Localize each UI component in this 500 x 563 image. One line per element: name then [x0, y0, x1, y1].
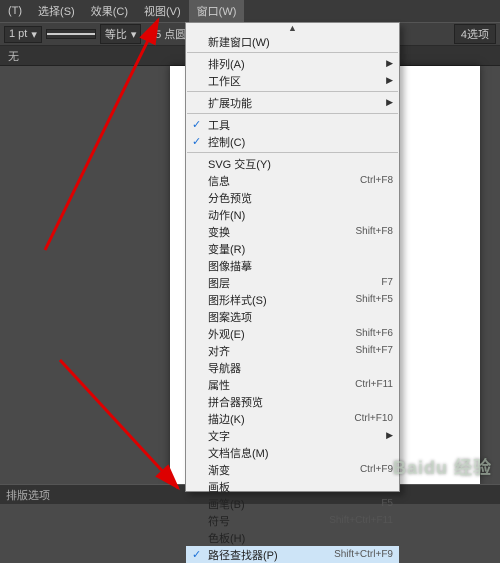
menu-item-label: 色板(H) [208, 530, 393, 546]
menu-item[interactable]: 工作区▶ [186, 72, 399, 89]
check-icon: ✓ [192, 118, 201, 131]
menu-item[interactable]: 文字▶ [186, 427, 399, 444]
menu-item-shortcut: Shift+Ctrl+F9 [334, 549, 393, 560]
menu-item[interactable]: 变量(R) [186, 240, 399, 257]
check-icon: ✓ [192, 135, 201, 148]
menu-item-shortcut: Ctrl+F11 [355, 379, 393, 390]
scale-select[interactable]: 等比▾ [100, 24, 142, 44]
menu-item[interactable]: ✓ 工具 [186, 116, 399, 133]
menu-item-label: 扩展功能 [208, 95, 386, 111]
menu-item-shortcut: Shift+Ctrl+F11 [329, 515, 393, 526]
menu-item[interactable]: 渐变Ctrl+F9 [186, 461, 399, 478]
menu-item-label: 图层 [208, 275, 381, 291]
menu-item-shortcut: Ctrl+F10 [354, 413, 393, 424]
menu-item[interactable]: 符号Shift+Ctrl+F11 [186, 512, 399, 529]
menu-item[interactable]: 信息Ctrl+F8 [186, 172, 399, 189]
submenu-arrow-icon: ▶ [386, 75, 393, 86]
submenu-arrow-icon: ▶ [386, 58, 393, 69]
menu-item-label: 渐变 [208, 462, 360, 478]
stroke-weight-select[interactable]: 1 pt▾ [4, 26, 42, 43]
menu-item[interactable]: 拼合器预览 [186, 393, 399, 410]
menu-item-label: 对齐 [208, 343, 355, 359]
menu-separator [187, 52, 398, 53]
check-icon: ✓ [192, 548, 201, 561]
menu-effect[interactable]: 效果(C) [83, 0, 136, 22]
menubar: (T) 选择(S) 效果(C) 视图(V) 窗口(W) [0, 0, 500, 22]
scale-value: 等比 [105, 26, 127, 42]
menu-item-label: 图像描摹 [208, 258, 393, 274]
menu-item[interactable]: 新建窗口(W) [186, 33, 399, 50]
window-menu-dropdown: ▲ 新建窗口(W)排列(A)▶工作区▶扩展功能▶✓工具✓控制(C)SVG 交互(… [185, 22, 400, 492]
menu-item-label: 信息 [208, 173, 360, 189]
menu-item-shortcut: Shift+F8 [355, 226, 393, 237]
menu-item-label: 动作(N) [208, 207, 393, 223]
menu-item-label: 文档信息(M) [208, 445, 393, 461]
menu-item-label: SVG 交互(Y) [208, 156, 393, 172]
menu-t[interactable]: (T) [0, 2, 30, 20]
menu-item-label: 导航器 [208, 360, 393, 376]
menu-item[interactable]: SVG 交互(Y) [186, 155, 399, 172]
menu-item[interactable]: 排列(A)▶ [186, 55, 399, 72]
menu-item[interactable]: 对齐Shift+F7 [186, 342, 399, 359]
menu-item-label: 画板 [208, 479, 393, 495]
menu-item[interactable]: 图案选项 [186, 308, 399, 325]
menu-item-label: 路径查找器(P) [208, 547, 334, 563]
menu-window[interactable]: 窗口(W) [189, 0, 245, 22]
menu-item[interactable]: 外观(E)Shift+F6 [186, 325, 399, 342]
menu-item-label: 文字 [208, 428, 386, 444]
menu-item-label: 控制(C) [208, 134, 393, 150]
menu-item[interactable]: 属性Ctrl+F11 [186, 376, 399, 393]
menu-separator [187, 113, 398, 114]
stroke-weight-value: 1 pt [9, 28, 27, 40]
menu-item-label: 属性 [208, 377, 355, 393]
menu-item[interactable]: ✓ 路径查找器(P)Shift+Ctrl+F9 [186, 546, 399, 563]
menu-separator [187, 91, 398, 92]
menu-item-label: 分色预览 [208, 190, 393, 206]
menu-item-label: 外观(E) [208, 326, 355, 342]
menu-item[interactable]: ✓ 控制(C) [186, 133, 399, 150]
menu-item-label: 排列(A) [208, 56, 386, 72]
menu-item[interactable]: 图像描摹 [186, 257, 399, 274]
menu-item-shortcut: Shift+F6 [355, 328, 393, 339]
menu-item-label: 工作区 [208, 73, 386, 89]
menu-item-shortcut: Shift+F7 [355, 345, 393, 356]
menu-item-label: 描边(K) [208, 411, 354, 427]
options-button[interactable]: 4选项 [454, 24, 496, 44]
submenu-arrow-icon: ▶ [386, 430, 393, 441]
menu-item-label: 变量(R) [208, 241, 393, 257]
menu-separator [187, 152, 398, 153]
menu-item-label: 图案选项 [208, 309, 393, 325]
menu-item[interactable]: 图形样式(S)Shift+F5 [186, 291, 399, 308]
menu-item-shortcut: Ctrl+F9 [360, 464, 393, 475]
menu-select[interactable]: 选择(S) [30, 0, 83, 22]
menu-item[interactable]: 变换Shift+F8 [186, 223, 399, 240]
menu-item-shortcut: F7 [381, 277, 393, 288]
menu-item-label: 新建窗口(W) [208, 34, 393, 50]
menu-view[interactable]: 视图(V) [136, 0, 189, 22]
stroke-preview[interactable] [46, 29, 96, 39]
menu-item[interactable]: 导航器 [186, 359, 399, 376]
status-left: 排版选项 [6, 487, 50, 503]
menu-item[interactable]: 分色预览 [186, 189, 399, 206]
menu-item-label: 工具 [208, 117, 393, 133]
menu-item[interactable]: 扩展功能▶ [186, 94, 399, 111]
menu-item[interactable]: 描边(K)Ctrl+F10 [186, 410, 399, 427]
submenu-arrow-icon: ▶ [386, 97, 393, 108]
menu-item[interactable]: 色板(H) [186, 529, 399, 546]
menu-item[interactable]: 动作(N) [186, 206, 399, 223]
menu-item-shortcut: Ctrl+F8 [360, 175, 393, 186]
menu-item-label: 符号 [208, 513, 329, 529]
menu-scroll-up-icon[interactable]: ▲ [186, 23, 399, 33]
menu-item-label: 图形样式(S) [208, 292, 355, 308]
menu-item-label: 拼合器预览 [208, 394, 393, 410]
menu-item-shortcut: Shift+F5 [355, 294, 393, 305]
menu-item[interactable]: 画板 [186, 478, 399, 495]
menu-item[interactable]: 图层F7 [186, 274, 399, 291]
menu-item[interactable]: 文档信息(M) [186, 444, 399, 461]
menu-item-label: 变换 [208, 224, 355, 240]
